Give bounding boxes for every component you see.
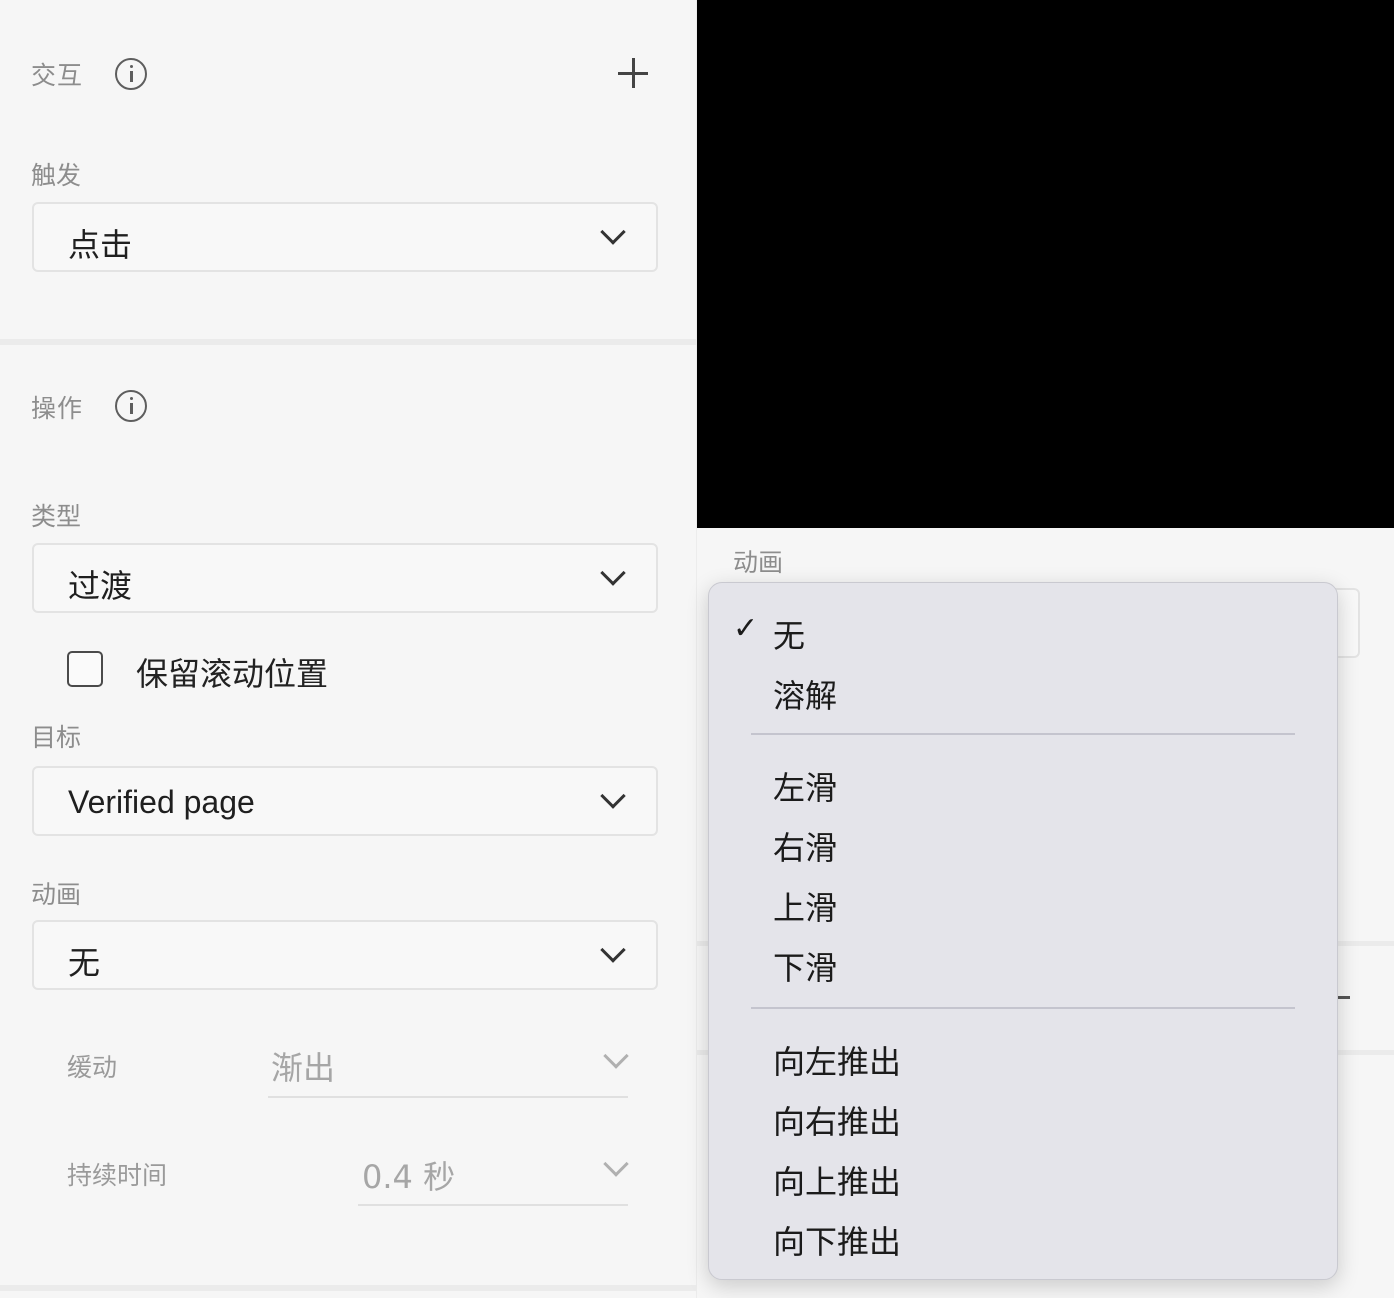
chevron-down-icon xyxy=(603,1151,629,1177)
menu-separator xyxy=(751,1007,1295,1009)
animation-label-behind: 动画 xyxy=(733,548,784,577)
menu-item-none[interactable]: 无 xyxy=(773,611,805,657)
duration-select[interactable] xyxy=(358,1204,628,1206)
animation-label: 动画 xyxy=(31,880,82,909)
trigger-value: 点击 xyxy=(68,226,133,264)
animation-select[interactable]: 无 xyxy=(32,920,658,990)
minus-icon[interactable] xyxy=(1338,996,1350,999)
easing-value: 渐出 xyxy=(271,1049,336,1087)
keep-scroll-checkbox[interactable] xyxy=(67,651,103,687)
interaction-section-title: 交互 xyxy=(31,61,84,90)
target-select[interactable]: Verified page xyxy=(32,766,658,836)
menu-separator xyxy=(751,733,1295,735)
menu-item-slide-up[interactable]: 上滑 xyxy=(773,883,837,929)
type-label: 类型 xyxy=(31,502,82,531)
menu-item-push-down[interactable]: 向下推出 xyxy=(773,1217,901,1263)
chevron-down-icon xyxy=(600,560,626,586)
chevron-down-icon xyxy=(600,783,626,809)
add-interaction-icon[interactable] xyxy=(618,58,648,88)
target-value: Verified page xyxy=(68,784,255,820)
type-select[interactable]: 过渡 xyxy=(32,543,658,613)
info-icon[interactable] xyxy=(115,390,147,422)
menu-item-slide-left[interactable]: 左滑 xyxy=(773,763,837,809)
preview-area xyxy=(697,0,1394,528)
target-label: 目标 xyxy=(31,723,82,752)
trigger-select[interactable]: 点击 xyxy=(32,202,658,272)
menu-item-push-left[interactable]: 向左推出 xyxy=(773,1037,901,1083)
menu-item-dissolve[interactable]: 溶解 xyxy=(773,671,837,717)
duration-value: 0.4 秒 xyxy=(362,1158,456,1196)
section-divider xyxy=(0,339,697,345)
keep-scroll-label[interactable]: 保留滚动位置 xyxy=(136,649,328,695)
trigger-label: 触发 xyxy=(31,161,82,190)
menu-item-slide-right[interactable]: 右滑 xyxy=(773,823,837,869)
easing-select[interactable] xyxy=(268,1096,628,1098)
easing-label: 缓动 xyxy=(67,1053,118,1082)
menu-item-push-right[interactable]: 向右推出 xyxy=(773,1097,901,1143)
interaction-panel: 交互 触发 点击 操作 类型 过渡 保留滚动位置 目标 Verified pag… xyxy=(0,0,697,1298)
chevron-down-icon xyxy=(600,937,626,963)
chevron-down-icon xyxy=(603,1043,629,1069)
section-divider xyxy=(0,1285,697,1291)
animation-dropdown-menu: ✓ 无 溶解 左滑 右滑 上滑 下滑 向左推出 向右推出 向上推出 向下推出 xyxy=(708,582,1338,1280)
menu-item-push-up[interactable]: 向上推出 xyxy=(773,1157,901,1203)
menu-item-slide-down[interactable]: 下滑 xyxy=(773,943,837,989)
duration-label: 持续时间 xyxy=(67,1161,168,1190)
info-icon[interactable] xyxy=(115,58,147,90)
type-value: 过渡 xyxy=(68,567,133,605)
checkmark-icon: ✓ xyxy=(733,611,759,646)
action-section-title: 操作 xyxy=(31,394,84,423)
animation-value: 无 xyxy=(68,944,101,982)
chevron-down-icon xyxy=(600,219,626,245)
